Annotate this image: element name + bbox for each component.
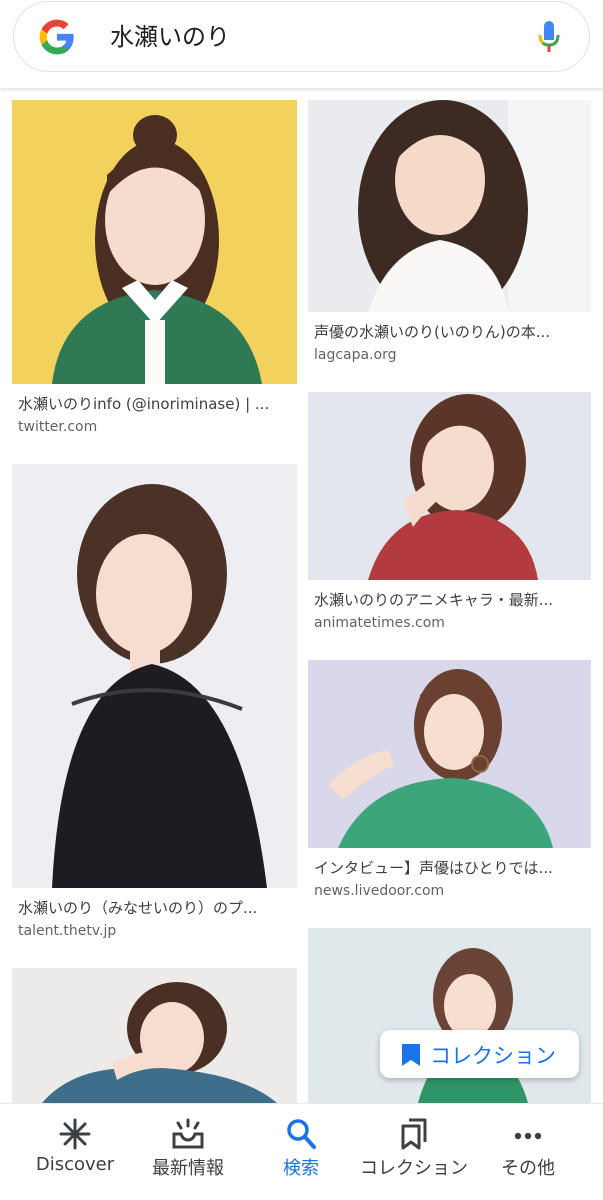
microphone-icon[interactable]	[538, 20, 560, 54]
bookmarks-icon	[401, 1118, 427, 1150]
image-result-card[interactable]: 水瀬いのりinfo (@inoriminase) | ... twitter.c…	[12, 100, 297, 440]
nav-label: Discover	[35, 1154, 115, 1175]
result-thumbnail[interactable]	[12, 100, 297, 384]
result-title[interactable]: インタビュー】声優はひとりでは...	[314, 858, 586, 878]
image-result-card[interactable]: 水瀬いのりのアニメキャラ・最新... animatetimes.com	[308, 392, 591, 640]
result-source: animatetimes.com	[314, 615, 445, 631]
nav-label: 検索	[283, 1158, 319, 1179]
nav-discover[interactable]: Discover	[15, 1104, 135, 1200]
search-box[interactable]: 水瀬いのり	[13, 1, 590, 72]
collection-chip-label: コレクション	[430, 1044, 556, 1068]
image-result-card[interactable]: インタビュー】声優はひとりでは... news.livedoor.com	[308, 660, 591, 908]
result-thumbnail[interactable]	[308, 100, 591, 312]
google-logo-icon	[39, 19, 74, 55]
nav-label: コレクション	[360, 1158, 468, 1179]
result-title[interactable]: 水瀬いのりinfo (@inoriminase) | ...	[18, 394, 292, 414]
result-title[interactable]: 声優の水瀬いのり(いのりん)の本...	[314, 322, 586, 342]
result-thumbnail[interactable]	[308, 392, 591, 580]
search-header: 水瀬いのり	[0, 0, 603, 88]
result-thumbnail[interactable]	[12, 464, 297, 888]
nav-label: その他	[501, 1158, 555, 1179]
result-title[interactable]: 水瀬いのりのアニメキャラ・最新...	[314, 590, 586, 610]
asterisk-icon	[59, 1118, 91, 1150]
nav-updates[interactable]: 最新情報	[128, 1104, 248, 1200]
result-source: news.livedoor.com	[314, 883, 445, 899]
bottom-navigation: Discover 最新情報 検索 コレクション その他	[0, 1103, 603, 1200]
search-icon	[287, 1119, 316, 1149]
bookmark-icon	[402, 1044, 420, 1066]
result-title[interactable]: 水瀬いのり（みなせいのり）のプ...	[18, 898, 292, 918]
more-dots-icon	[514, 1132, 542, 1140]
image-result-card[interactable]: 声優の水瀬いのり(いのりん)の本... lagcapa.org	[308, 100, 591, 372]
inbox-updates-icon	[172, 1118, 204, 1149]
nav-label: 最新情報	[152, 1158, 224, 1179]
result-source: lagcapa.org	[314, 347, 397, 363]
result-thumbnail[interactable]	[308, 660, 591, 848]
result-source: twitter.com	[18, 419, 98, 435]
add-to-collection-button[interactable]: コレクション	[380, 1030, 579, 1078]
nav-more[interactable]: その他	[468, 1104, 588, 1200]
nav-collections[interactable]: コレクション	[354, 1104, 474, 1200]
search-query-text[interactable]: 水瀬いのり	[110, 19, 230, 55]
image-result-card[interactable]: 水瀬いのり（みなせいのり）のプ... talent.thetv.jp	[12, 464, 297, 948]
image-result-card[interactable]	[12, 968, 297, 1103]
nav-search[interactable]: 検索	[241, 1104, 361, 1200]
result-source: talent.thetv.jp	[18, 923, 117, 939]
result-thumbnail[interactable]	[12, 968, 297, 1103]
